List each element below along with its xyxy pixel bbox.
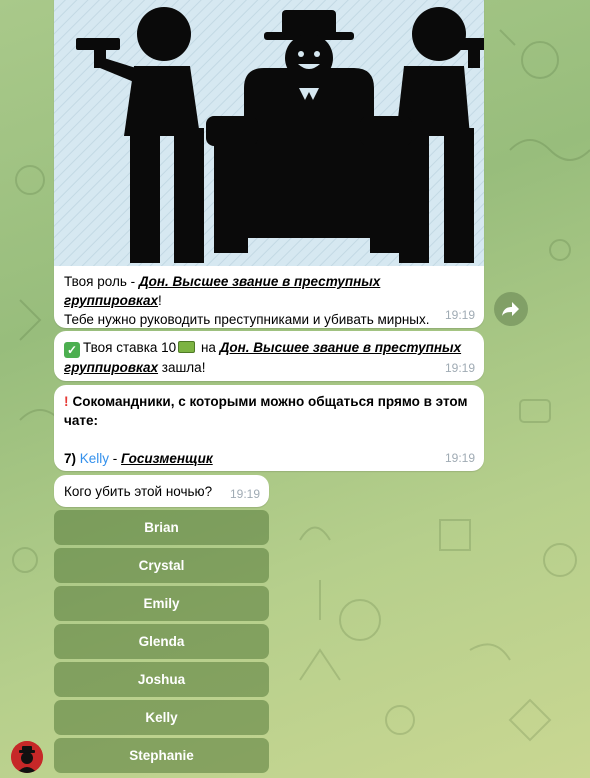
teammate-number: 7)	[64, 451, 80, 466]
message-time: 19:19	[444, 308, 475, 322]
message-time: 19:19	[229, 487, 260, 501]
bet-prefix: Твоя ставка 10	[83, 340, 177, 355]
vote-button-joshua[interactable]: Joshua	[54, 662, 269, 697]
bet-role-name-cont: группировках	[64, 360, 159, 375]
role-description: Тебе нужно руководить преступниками и уб…	[64, 312, 430, 327]
teammates-heading-cont: чате:	[64, 413, 98, 428]
role-prefix: Твоя роль -	[64, 274, 139, 289]
exclamation-icon: !	[64, 394, 69, 409]
mafia-boss-illustration	[54, 0, 484, 266]
inline-keyboard: Brian Crystal Emily Glenda Joshua Kelly …	[54, 510, 269, 776]
forward-arrow-icon	[502, 302, 519, 316]
vote-button-emily[interactable]: Emily	[54, 586, 269, 621]
check-mark-icon: ✓	[64, 342, 80, 358]
mafia-boss-image	[54, 0, 484, 266]
teammate-role: Госизменщик	[121, 451, 213, 466]
vote-button-brian[interactable]: Brian	[54, 510, 269, 545]
bet-role-name: Дон. Высшее звание в преступных	[219, 340, 462, 355]
bet-message: ✓ Твоя ставка 10 на Дон. Высшее звание в …	[54, 331, 484, 381]
message-time: 19:19	[444, 361, 475, 375]
money-icon	[178, 341, 196, 353]
teammates-heading: Сокомандники, с которыми можно общаться …	[72, 394, 468, 409]
vote-button-glenda[interactable]: Glenda	[54, 624, 269, 659]
mafia-avatar-icon[interactable]	[11, 741, 43, 773]
question-message: Кого убить этой ночью? 19:19	[54, 475, 269, 507]
forward-button[interactable]	[494, 292, 528, 326]
role-suffix: !	[158, 293, 162, 308]
teammate-dash: -	[109, 451, 122, 466]
teammate-link[interactable]: Kelly	[80, 451, 109, 466]
question-text: Кого убить этой ночью?	[64, 484, 213, 499]
role-message: Твоя роль - Дон. Высшее звание в преступ…	[54, 0, 484, 328]
vote-button-stephanie[interactable]: Stephanie	[54, 738, 269, 773]
message-time: 19:19	[444, 451, 475, 465]
bet-suffix: зашла!	[158, 360, 206, 375]
bet-middle: на	[197, 340, 220, 355]
teammates-message: ! Сокомандники, с которыми можно общаться…	[54, 385, 484, 471]
vote-button-kelly[interactable]: Kelly	[54, 700, 269, 735]
vote-button-crystal[interactable]: Crystal	[54, 548, 269, 583]
role-caption: Твоя роль - Дон. Высшее звание в преступ…	[64, 272, 474, 328]
